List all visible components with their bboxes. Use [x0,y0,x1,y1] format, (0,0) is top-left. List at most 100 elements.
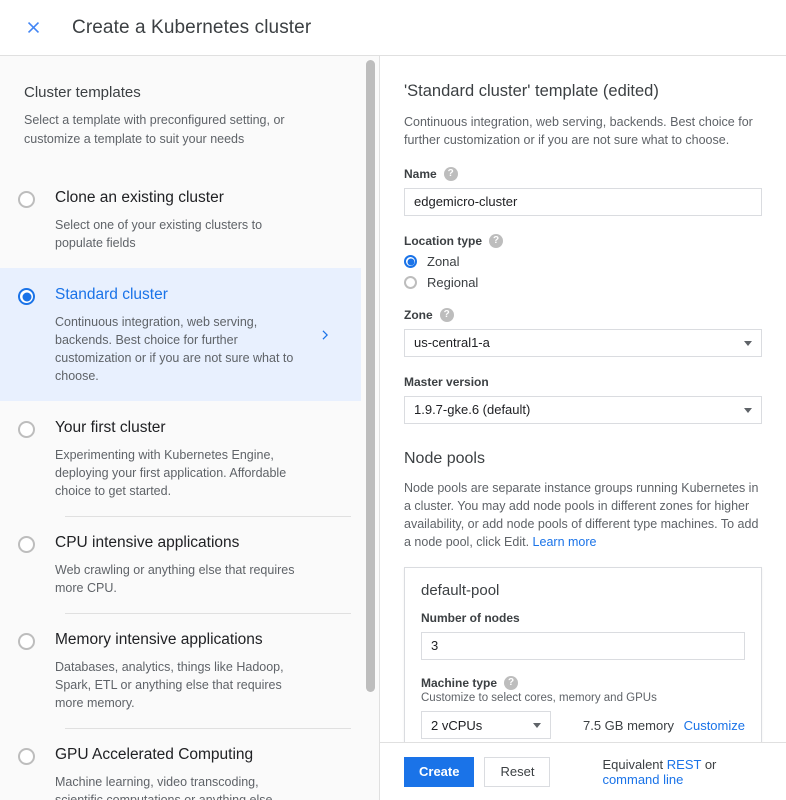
machine-type-row: 2 vCPUs 7.5 GB memory Customize [421,711,745,739]
master-version-label: Master version [404,375,489,389]
zone-label: Zone [404,308,433,322]
radio-regional[interactable] [404,276,417,289]
template-detail-subtitle: Continuous integration, web serving, bac… [404,113,762,149]
create-button[interactable]: Create [404,757,474,787]
template-text: Your first cluster Experimenting with Ku… [55,417,337,500]
rest-link[interactable]: REST [667,757,701,772]
template-option-memory-intensive-applications[interactable]: Memory intensive applications Databases,… [0,613,361,728]
template-title: CPU intensive applications [55,532,337,553]
radio-zonal-label: Zonal [427,254,460,269]
template-detail-scroll: 'Standard cluster' template (edited) Con… [380,56,786,742]
divider [65,401,351,402]
template-option-cpu-intensive-applications[interactable]: CPU intensive applications Web crawling … [0,516,361,613]
command-line-link[interactable]: command line [602,772,683,787]
chevron-down-icon [533,723,541,728]
templates-scrollbar[interactable] [366,60,375,692]
chevron-down-icon [744,341,752,346]
or-text: or [701,757,716,772]
expand-template-button[interactable] [318,284,337,385]
number-of-nodes-input[interactable]: 3 [421,632,745,660]
template-text: GPU Accelerated Computing Machine learni… [55,744,337,800]
help-icon[interactable]: ? [504,676,518,690]
chevron-down-icon [744,408,752,413]
template-detail-pane: 'Standard cluster' template (edited) Con… [380,56,786,800]
radio-memory-intensive-applications[interactable] [18,633,35,650]
machine-type-sublabel: Customize to select cores, memory and GP… [421,692,745,704]
zone-label-row: Zone ? [404,308,762,322]
number-of-nodes-label-row: Number of nodes [421,611,745,625]
location-type-group: Location type ? Zonal Regional [404,234,762,290]
divider [65,516,351,517]
master-version-group: Master version 1.9.7-gke.6 (default) [404,375,762,424]
template-description: Web crawling or anything else that requi… [55,561,295,597]
radio-zonal[interactable] [404,255,417,268]
divider [65,728,351,729]
name-label: Name [404,167,437,181]
radio-regional-label: Regional [427,275,478,290]
radio-cpu-intensive-applications[interactable] [18,536,35,553]
machine-type-label-row: Machine type ? [421,676,745,690]
customize-link[interactable]: Customize [684,718,745,733]
help-icon[interactable]: ? [444,167,458,181]
template-option-gpu-accelerated-computing[interactable]: GPU Accelerated Computing Machine learni… [0,728,361,800]
divider [65,268,351,269]
radio-gpu-accelerated-computing[interactable] [18,748,35,765]
template-option-clone-existing-cluster[interactable]: Clone an existing cluster Select one of … [0,171,361,268]
dialog-footer: Create Reset Equivalent REST or command … [380,742,786,800]
radio-clone-existing-cluster[interactable] [18,191,35,208]
divider [65,613,351,614]
help-icon[interactable]: ? [489,234,503,248]
node-pool-card: default-pool Number of nodes 3 Machine t… [404,567,762,742]
dialog-body: Cluster templates Select a template with… [0,56,786,800]
template-title: Clone an existing cluster [55,187,337,208]
template-title: Standard cluster [55,284,314,305]
reset-button[interactable]: Reset [484,757,550,787]
master-version-select[interactable]: 1.9.7-gke.6 (default) [404,396,762,424]
template-title: Memory intensive applications [55,629,337,650]
radio-your-first-cluster[interactable] [18,421,35,438]
templates-title: Cluster templates [24,84,337,101]
zone-field-group: Zone ? us-central1-a [404,308,762,357]
templates-header: Cluster templates Select a template with… [0,56,361,149]
templates-scroll-area: Cluster templates Select a template with… [0,56,379,800]
machine-memory-value: 7.5 GB memory [583,718,674,733]
cluster-templates-pane: Cluster templates Select a template with… [0,56,380,800]
help-icon[interactable]: ? [440,308,454,322]
machine-type-select[interactable]: 2 vCPUs [421,711,551,739]
node-pool-name: default-pool [421,582,745,599]
page-title: Create a Kubernetes cluster [72,17,311,39]
radio-standard-cluster[interactable] [18,288,35,305]
zone-select[interactable]: us-central1-a [404,329,762,357]
machine-type-group: Machine type ? Customize to select cores… [421,676,745,739]
close-icon [24,18,43,37]
name-field-group: Name ? edgemicro-cluster [404,167,762,216]
number-of-nodes-label: Number of nodes [421,611,520,625]
location-type-label: Location type [404,234,482,248]
template-option-standard-cluster[interactable]: Standard cluster Continuous integration,… [0,268,361,401]
learn-more-link[interactable]: Learn more [533,535,597,549]
template-detail-title: 'Standard cluster' template (edited) [404,82,762,101]
cluster-name-input[interactable]: edgemicro-cluster [404,188,762,216]
template-text: Clone an existing cluster Select one of … [55,187,337,252]
template-description: Machine learning, video transcoding, sci… [55,773,295,800]
template-text: CPU intensive applications Web crawling … [55,532,337,597]
templates-subtitle: Select a template with preconfigured set… [24,111,334,149]
template-description: Continuous integration, web serving, bac… [55,313,295,385]
node-pools-title: Node pools [404,450,762,468]
template-list: Clone an existing cluster Select one of … [0,171,361,800]
create-cluster-dialog: Create a Kubernetes cluster Cluster temp… [0,0,786,800]
template-title: Your first cluster [55,417,337,438]
node-pools-description: Node pools are separate instance groups … [404,479,762,551]
machine-type-label: Machine type [421,676,497,690]
template-text: Memory intensive applications Databases,… [55,629,337,712]
template-description: Databases, analytics, things like Hadoop… [55,658,295,712]
location-type-option-zonal[interactable]: Zonal [404,254,762,269]
master-version-label-row: Master version [404,375,762,389]
close-button[interactable] [14,9,52,47]
location-type-label-row: Location type ? [404,234,762,248]
template-title: GPU Accelerated Computing [55,744,337,765]
template-option-your-first-cluster[interactable]: Your first cluster Experimenting with Ku… [0,401,361,516]
location-type-option-regional[interactable]: Regional [404,275,762,290]
template-description: Experimenting with Kubernetes Engine, de… [55,446,295,500]
template-text: Standard cluster Continuous integration,… [55,284,314,385]
